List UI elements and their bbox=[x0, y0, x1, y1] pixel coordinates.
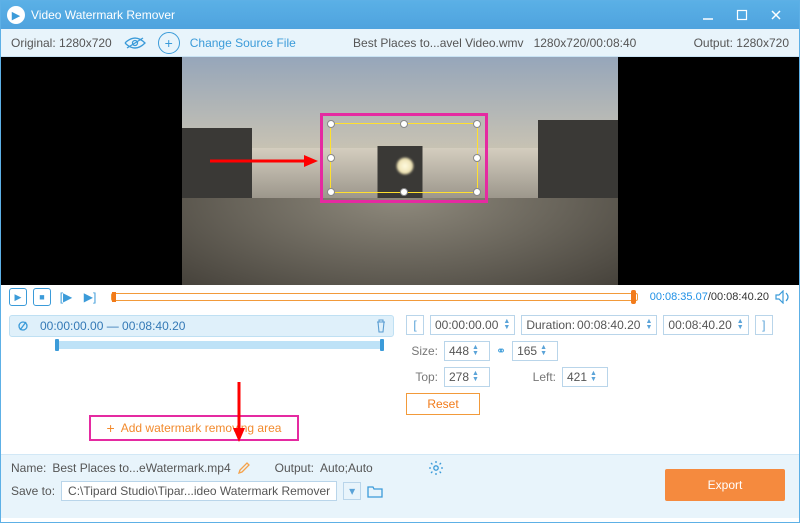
output-settings-icon[interactable] bbox=[429, 461, 443, 475]
segment-range-slider[interactable] bbox=[55, 341, 384, 349]
resize-handle[interactable] bbox=[400, 120, 408, 128]
size-label: Size: bbox=[406, 344, 438, 358]
name-label: Name: bbox=[11, 461, 46, 475]
bracket-out-icon[interactable]: ] bbox=[755, 315, 773, 335]
annotation-arrow-icon bbox=[210, 153, 318, 169]
plus-icon: + bbox=[107, 420, 115, 436]
output-format: Auto;Auto bbox=[320, 461, 373, 475]
timeline-scrubber[interactable] bbox=[111, 293, 638, 301]
delete-segment-icon[interactable] bbox=[375, 319, 387, 333]
add-watermark-label: Add watermark removing area bbox=[121, 421, 282, 435]
resize-handle[interactable] bbox=[327, 154, 335, 162]
mark-in-button[interactable]: [▶ bbox=[57, 288, 75, 306]
export-button[interactable]: Export bbox=[665, 469, 785, 501]
spinner-icon[interactable]: ▲▼ bbox=[590, 371, 597, 383]
spinner-icon[interactable]: ▲▼ bbox=[503, 319, 510, 331]
segment-range: 00:00:00.00 — 00:08:40.20 bbox=[40, 319, 185, 333]
maximize-button[interactable] bbox=[725, 1, 759, 29]
add-source-icon[interactable]: + bbox=[158, 32, 180, 54]
edit-name-icon[interactable] bbox=[237, 461, 251, 475]
save-path-dropdown[interactable]: ▾ bbox=[343, 482, 361, 500]
top-input[interactable]: 278▲▼ bbox=[444, 367, 490, 387]
transport-bar: ▶ ■ [▶ ▶] 00:08:35.07/00:08:40.20 bbox=[1, 285, 799, 309]
close-button[interactable] bbox=[759, 1, 793, 29]
resize-handle[interactable] bbox=[473, 120, 481, 128]
bottom-bar: Name: Best Places to...eWatermark.mp4 Ou… bbox=[1, 454, 799, 518]
resize-handle[interactable] bbox=[327, 188, 335, 196]
width-input[interactable]: 448▲▼ bbox=[444, 341, 490, 361]
volume-icon[interactable] bbox=[775, 290, 791, 304]
stop-button[interactable]: ■ bbox=[33, 288, 51, 306]
left-label: Left: bbox=[524, 370, 556, 384]
duration-input[interactable]: Duration:00:08:40.20▲▼ bbox=[521, 315, 657, 335]
spinner-icon[interactable]: ▲▼ bbox=[540, 345, 547, 357]
height-input[interactable]: 165▲▼ bbox=[512, 341, 558, 361]
segment-icon bbox=[18, 319, 34, 333]
preview-toggle-icon[interactable] bbox=[122, 34, 148, 52]
play-button[interactable]: ▶ bbox=[9, 288, 27, 306]
resize-handle[interactable] bbox=[473, 154, 481, 162]
resize-handle[interactable] bbox=[473, 188, 481, 196]
app-logo-icon: ▶ bbox=[7, 6, 25, 24]
bracket-in-icon[interactable]: [ bbox=[406, 315, 424, 335]
spinner-icon[interactable]: ▲▼ bbox=[737, 319, 744, 331]
toolbar: Original: 1280x720 + Change Source File … bbox=[1, 29, 799, 57]
output-name: Best Places to...eWatermark.mp4 bbox=[52, 461, 230, 475]
reset-button[interactable]: Reset bbox=[406, 393, 480, 415]
save-path-input[interactable]: C:\Tipard Studio\Tipar...ideo Watermark … bbox=[61, 481, 337, 501]
titlebar: ▶ Video Watermark Remover bbox=[1, 1, 799, 29]
output-resolution: Output: 1280x720 bbox=[694, 36, 789, 50]
top-label: Top: bbox=[406, 370, 438, 384]
watermark-selection-box[interactable] bbox=[330, 123, 478, 193]
change-source-link[interactable]: Change Source File bbox=[190, 36, 296, 50]
original-resolution: Original: 1280x720 bbox=[11, 36, 112, 50]
video-frame bbox=[182, 57, 618, 285]
end-time-input[interactable]: 00:08:40.20▲▼ bbox=[663, 315, 748, 335]
spinner-icon[interactable]: ▲▼ bbox=[472, 345, 479, 357]
app-title: Video Watermark Remover bbox=[31, 8, 691, 22]
open-folder-icon[interactable] bbox=[367, 484, 383, 498]
spinner-icon[interactable]: ▲▼ bbox=[645, 319, 652, 331]
start-time-input[interactable]: 00:00:00.00▲▼ bbox=[430, 315, 515, 335]
mark-out-button[interactable]: ▶] bbox=[81, 288, 99, 306]
current-file-info: Best Places to...avel Video.wmv 1280x720… bbox=[306, 36, 684, 50]
video-viewer[interactable] bbox=[1, 57, 799, 285]
spinner-icon[interactable]: ▲▼ bbox=[472, 371, 479, 383]
resize-handle[interactable] bbox=[400, 188, 408, 196]
link-aspect-icon[interactable]: ⚭ bbox=[496, 344, 506, 358]
left-input[interactable]: 421▲▼ bbox=[562, 367, 608, 387]
annotation-arrow-down-icon bbox=[231, 382, 247, 442]
minimize-button[interactable] bbox=[691, 1, 725, 29]
time-display: 00:08:35.07/00:08:40.20 bbox=[650, 291, 769, 303]
output-label: Output: bbox=[275, 461, 314, 475]
resize-handle[interactable] bbox=[327, 120, 335, 128]
add-watermark-area-button[interactable]: + Add watermark removing area bbox=[89, 415, 299, 441]
segment-item[interactable]: 00:00:00.00 — 00:08:40.20 bbox=[9, 315, 394, 337]
save-to-label: Save to: bbox=[11, 484, 55, 498]
